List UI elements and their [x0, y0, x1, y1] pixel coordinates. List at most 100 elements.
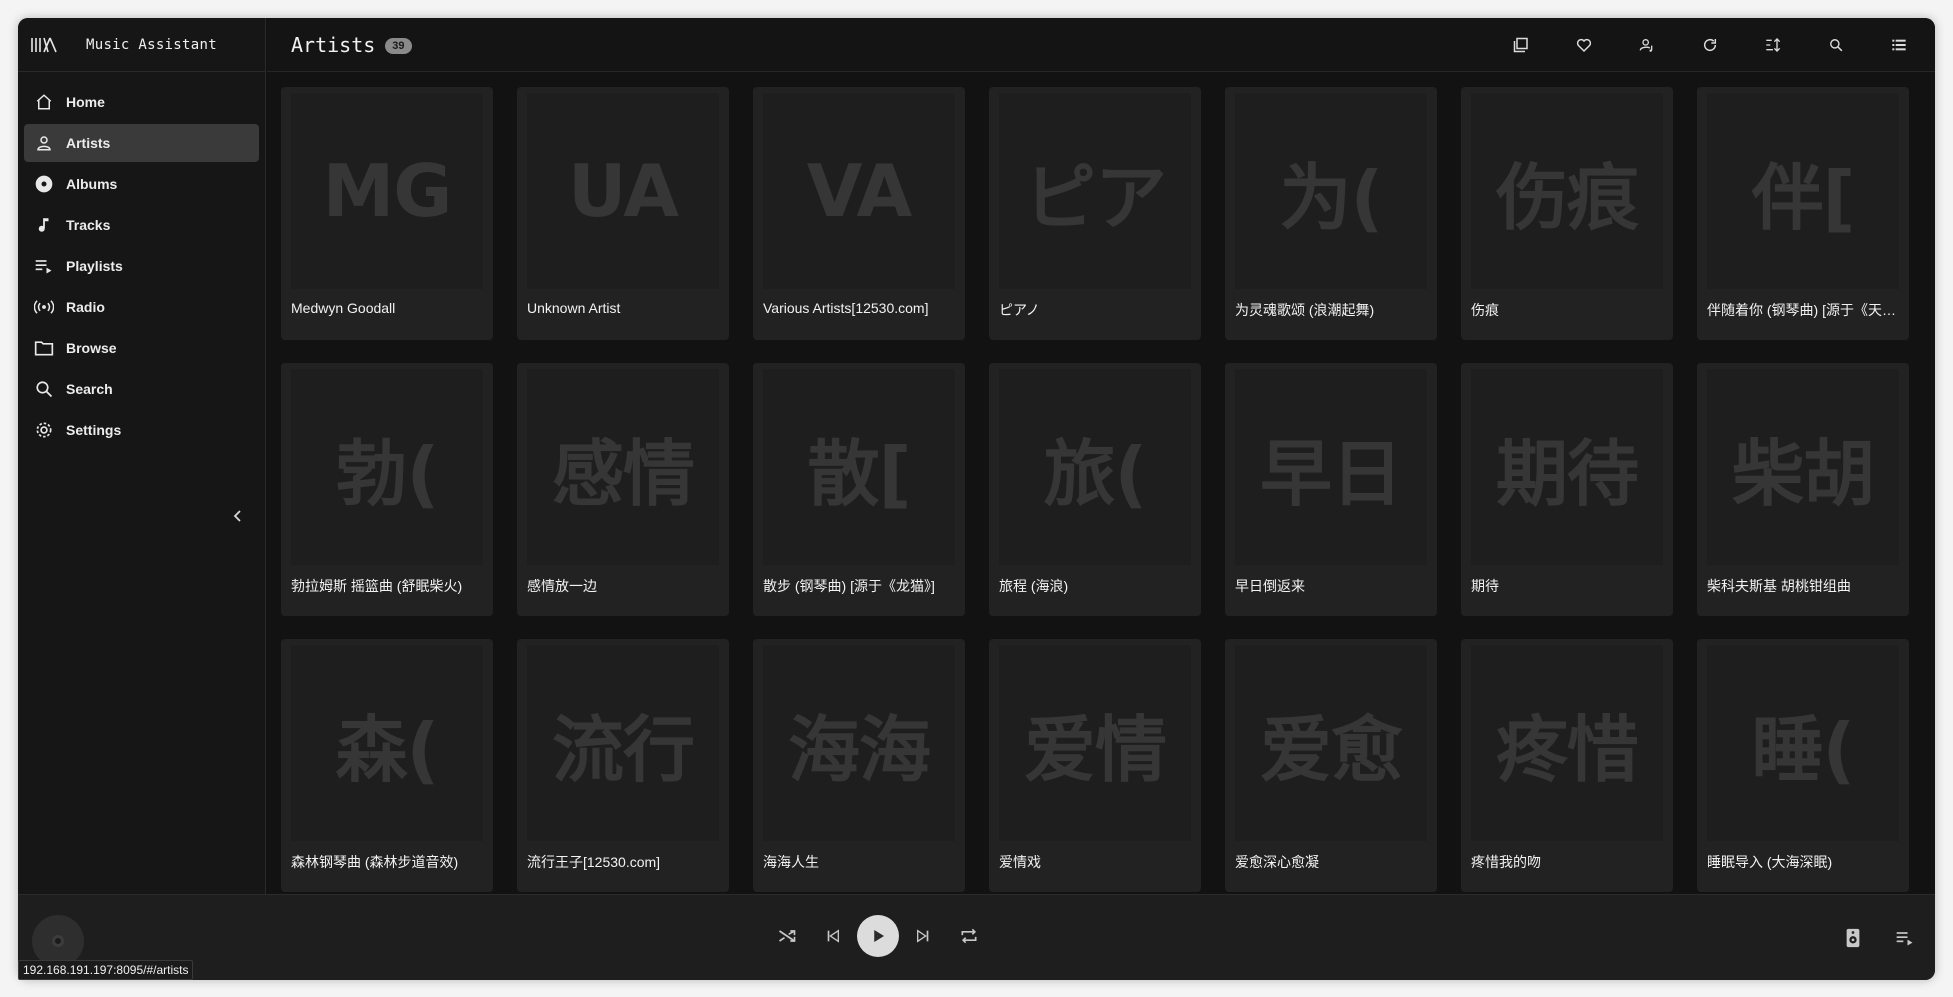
artist-initials: 流行 — [551, 707, 695, 792]
artist-card[interactable]: 流行 流行王子[12530.com] — [517, 639, 729, 892]
sidebar-item-label: Search — [66, 381, 113, 397]
artist-thumbnail: 柴胡 — [1707, 369, 1899, 565]
music-note-icon — [34, 215, 54, 235]
artist-card[interactable]: 爱情 爱情戏 — [989, 639, 1201, 892]
select-icon[interactable] — [1509, 33, 1533, 57]
speaker-icon[interactable] — [1841, 926, 1865, 950]
artist-initials: 疼惜 — [1495, 707, 1639, 792]
repeat-icon[interactable] — [957, 924, 981, 948]
artist-name: 旅程 (海浪) — [999, 578, 1069, 594]
library-artist-icon[interactable] — [1635, 33, 1659, 57]
sidebar-item-tracks[interactable]: Tracks — [24, 206, 259, 244]
artist-name: 伤痕 — [1471, 302, 1499, 318]
artist-name: 睡眠导入 (大海深眠) — [1707, 854, 1833, 870]
sidebar-item-label: Settings — [66, 422, 122, 438]
sort-icon[interactable] — [1761, 33, 1785, 57]
play-button[interactable] — [857, 915, 899, 957]
artist-thumbnail: ピア — [999, 93, 1191, 289]
sidebar-item-label: Home — [66, 94, 105, 110]
brand[interactable]: Music Assistant — [18, 18, 265, 72]
artist-card[interactable]: 散[散步 (钢琴曲) [源于《龙猫》] — [753, 363, 965, 616]
next-track-icon[interactable] — [911, 924, 935, 948]
artist-card[interactable]: 勃(勃拉姆斯 摇篮曲 (舒眠柴火) — [281, 363, 493, 616]
sidebar-item-search[interactable]: Search — [24, 370, 259, 408]
sidebar-item-label: Albums — [66, 176, 118, 192]
sidebar-nav: Home Artists Albums Tracks Playlists Rad… — [18, 72, 265, 449]
artist-initials: 爱愈 — [1259, 707, 1403, 792]
toolbar — [1470, 18, 1911, 72]
artist-thumbnail: 流行 — [527, 645, 719, 841]
folder-icon — [34, 338, 54, 358]
sidebar-item-label: Artists — [66, 135, 111, 151]
artist-thumbnail: 旅( — [999, 369, 1191, 565]
artist-card[interactable]: ピア ピアノ — [989, 87, 1201, 340]
artist-thumbnail: VA — [763, 93, 955, 289]
artist-card[interactable]: MG Medwyn Goodall — [281, 87, 493, 340]
artist-thumbnail: 期待 — [1471, 369, 1663, 565]
artist-thumbnail: MG — [291, 93, 483, 289]
artist-name: 早日倒返来 — [1235, 578, 1305, 594]
artist-card[interactable]: 为(为灵魂歌颂 (浪潮起舞) — [1225, 87, 1437, 340]
artist-thumbnail: 海海 — [763, 645, 955, 841]
artist-initials: 柴胡 — [1731, 431, 1875, 516]
sidebar-item-label: Browse — [66, 340, 117, 356]
player-right-controls — [1813, 926, 1917, 950]
app-title: Music Assistant — [86, 36, 217, 53]
artist-initials: 海海 — [787, 707, 931, 792]
search-icon[interactable] — [1824, 33, 1848, 57]
artist-card[interactable]: 期待 期待 — [1461, 363, 1673, 616]
artist-card[interactable]: 疼惜 疼惜我的吻 — [1461, 639, 1673, 892]
sidebar-item-artists[interactable]: Artists — [24, 124, 259, 162]
sidebar-item-radio[interactable]: Radio — [24, 288, 259, 326]
playback-controls — [775, 915, 981, 957]
artist-card[interactable]: 睡( 睡眠导入 (大海深眠) — [1697, 639, 1909, 892]
favorite-icon[interactable] — [1572, 33, 1596, 57]
refresh-icon[interactable] — [1698, 33, 1722, 57]
artist-name: 感情放一边 — [527, 578, 597, 594]
artist-thumbnail: UA — [527, 93, 719, 289]
artist-card[interactable]: 海海 海海人生 — [753, 639, 965, 892]
artist-card[interactable]: 伴[伴随着你 (钢琴曲) [源于《天… — [1697, 87, 1909, 340]
person-icon — [34, 133, 54, 153]
artist-card[interactable]: 爱愈爱愈深心愈凝 — [1225, 639, 1437, 892]
artist-name: Medwyn Goodall — [291, 300, 396, 316]
artist-card[interactable]: 森(森林钢琴曲 (森林步道音效) — [281, 639, 493, 892]
artist-initials: 伴[ — [1751, 155, 1856, 240]
artist-card[interactable]: VA Various Artists[12530.com] — [753, 87, 965, 340]
sidebar-item-playlists[interactable]: Playlists — [24, 247, 259, 285]
artist-card[interactable]: 感情 感情放一边 — [517, 363, 729, 616]
queue-icon[interactable] — [1893, 926, 1917, 950]
player-bar — [18, 894, 1935, 980]
artist-card[interactable]: 柴胡柴科夫斯基 胡桃钳组曲 — [1697, 363, 1909, 616]
artist-thumbnail: 爱愈 — [1235, 645, 1427, 841]
sidebar-item-albums[interactable]: Albums — [24, 165, 259, 203]
artist-thumbnail: 睡( — [1707, 645, 1899, 841]
artist-card[interactable]: UA Unknown Artist — [517, 87, 729, 340]
artist-name: 爱愈深心愈凝 — [1235, 854, 1319, 870]
artist-initials: 旅( — [1043, 431, 1148, 516]
artist-thumbnail: 爱情 — [999, 645, 1191, 841]
artist-thumbnail: 散[ — [763, 369, 955, 565]
app-window: Music Assistant Home Artists Albums Trac… — [18, 18, 1935, 980]
artist-initials: 森( — [335, 707, 440, 792]
sidebar-item-settings[interactable]: Settings — [24, 411, 259, 449]
artist-card[interactable]: 伤痕 伤痕 — [1461, 87, 1673, 340]
collapse-sidebar-icon[interactable] — [230, 508, 246, 524]
artist-name: 柴科夫斯基 胡桃钳组曲 — [1707, 578, 1851, 594]
view-list-icon[interactable] — [1887, 33, 1911, 57]
album-icon — [34, 174, 54, 194]
artist-initials: 期待 — [1495, 431, 1639, 516]
previous-track-icon[interactable] — [821, 924, 845, 948]
sidebar-item-home[interactable]: Home — [24, 83, 259, 121]
sidebar-item-browse[interactable]: Browse — [24, 329, 259, 367]
sidebar-item-label: Tracks — [66, 217, 111, 233]
gear-icon — [34, 420, 54, 440]
artist-card[interactable]: 早日 早日倒返来 — [1225, 363, 1437, 616]
sidebar-item-label: Radio — [66, 299, 105, 315]
artist-thumbnail: 森( — [291, 645, 483, 841]
artist-card[interactable]: 旅( 旅程 (海浪) — [989, 363, 1201, 616]
artist-initials: ピア — [1023, 155, 1167, 240]
shuffle-icon[interactable] — [775, 924, 799, 948]
artists-content: MG Medwyn Goodall UA Unknown Artist VA Variou… — [267, 73, 1935, 894]
artist-name: 勃拉姆斯 摇篮曲 (舒眠柴火) — [291, 578, 463, 594]
